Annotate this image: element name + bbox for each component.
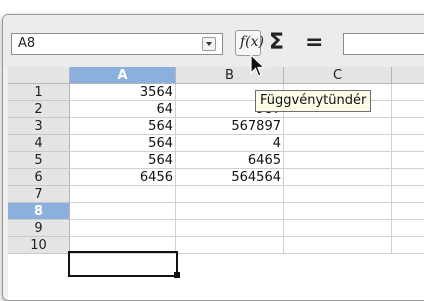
cell-b7[interactable] (176, 186, 284, 203)
cell-next[interactable] (392, 220, 424, 237)
row-header-6[interactable]: 6 (8, 169, 70, 186)
row-header-8[interactable]: 8 (8, 203, 70, 220)
name-box[interactable]: A8 (11, 33, 223, 55)
cell-next[interactable] (392, 186, 424, 203)
cell-a6[interactable]: 6456 (70, 169, 176, 186)
column-header-a[interactable]: A (70, 67, 176, 84)
cell-b4[interactable]: 4 (176, 135, 284, 152)
cell-b9[interactable] (176, 220, 284, 237)
cell-c7[interactable] (284, 186, 392, 203)
row-header-10[interactable]: 10 (8, 237, 70, 254)
cell-c9[interactable] (284, 220, 392, 237)
row-header-1[interactable]: 1 (8, 84, 70, 101)
cell-c6[interactable] (284, 169, 392, 186)
cell-next[interactable] (392, 84, 424, 101)
cell-next[interactable] (392, 152, 424, 169)
cell-b5[interactable]: 6465 (176, 152, 284, 169)
column-header-c[interactable]: C (284, 67, 392, 84)
column-header-next[interactable] (392, 67, 424, 84)
cell-selection-outline (68, 251, 178, 277)
mouse-pointer-icon (250, 54, 266, 77)
formula-button[interactable]: = (305, 30, 323, 55)
cell-next[interactable] (392, 237, 424, 254)
name-box-value: A8 (18, 36, 36, 51)
cell-b3[interactable]: 567897 (176, 118, 284, 135)
cell-a5[interactable]: 564 (70, 152, 176, 169)
cell-b10[interactable] (176, 237, 284, 254)
cell-a9[interactable] (70, 220, 176, 237)
cell-c5[interactable] (284, 152, 392, 169)
cell-b8[interactable] (176, 203, 284, 220)
function-wizard-button[interactable]: f(x) (235, 30, 265, 56)
cell-next[interactable] (392, 118, 424, 135)
cell-next[interactable] (392, 203, 424, 220)
cell-c8[interactable] (284, 203, 392, 220)
function-wizard-tooltip: Függvénytündér (255, 90, 372, 112)
select-all-corner[interactable] (8, 67, 70, 84)
cell-next[interactable] (392, 169, 424, 186)
row-header-3[interactable]: 3 (8, 118, 70, 135)
cell-c3[interactable] (284, 118, 392, 135)
row-header-7[interactable]: 7 (8, 186, 70, 203)
row-header-2[interactable]: 2 (8, 101, 70, 118)
cell-next[interactable] (392, 101, 424, 118)
spreadsheet-window: A8 f(x) Σ = ABC1356426498735645678974564… (2, 14, 424, 301)
cell-a1[interactable]: 3564 (70, 84, 176, 101)
autofill-handle[interactable] (174, 272, 180, 278)
cell-next[interactable] (392, 135, 424, 152)
row-header-5[interactable]: 5 (8, 152, 70, 169)
sum-button[interactable]: Σ (269, 30, 284, 55)
formula-input[interactable] (343, 33, 424, 55)
formula-toolbar: A8 f(x) Σ = (3, 15, 424, 67)
function-wizard-icon: f(x) (240, 34, 265, 50)
cell-a8[interactable] (70, 203, 176, 220)
cell-a3[interactable]: 564 (70, 118, 176, 135)
cell-a4[interactable]: 564 (70, 135, 176, 152)
cell-c4[interactable] (284, 135, 392, 152)
cell-a10[interactable] (70, 237, 176, 254)
chevron-down-icon[interactable] (202, 37, 216, 51)
cell-a2[interactable]: 64 (70, 101, 176, 118)
row-header-4[interactable]: 4 (8, 135, 70, 152)
cell-c10[interactable] (284, 237, 392, 254)
cell-b6[interactable]: 564564 (176, 169, 284, 186)
row-header-9[interactable]: 9 (8, 220, 70, 237)
cell-a7[interactable] (70, 186, 176, 203)
